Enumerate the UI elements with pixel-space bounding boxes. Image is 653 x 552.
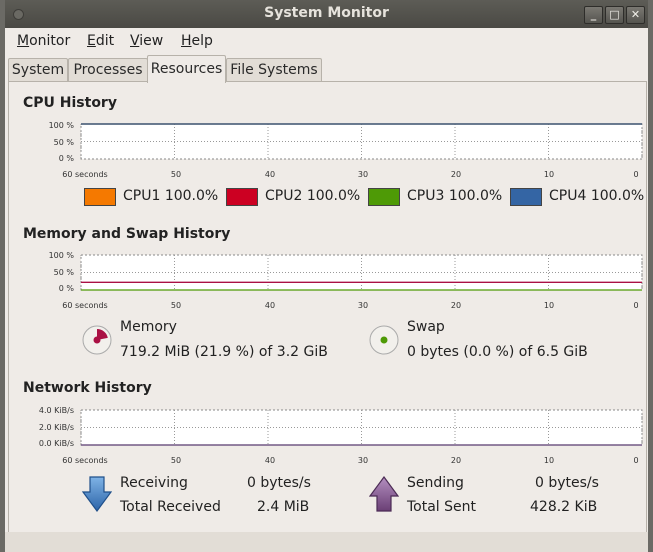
cpu2-value: 100.0% bbox=[306, 188, 361, 204]
tab-system[interactable]: System bbox=[8, 58, 68, 82]
mem-ytick-50: 50 % bbox=[53, 268, 74, 277]
tab-file-systems[interactable]: File Systems bbox=[226, 58, 322, 82]
menu-monitor[interactable]: Monitor bbox=[17, 33, 70, 49]
resources-panel: CPU History 100 % 50 % 0 % 60 seconds 50… bbox=[8, 81, 647, 533]
system-monitor-window: System Monitor _ □ ✕ Monitor Edit View H… bbox=[5, 0, 648, 552]
net-ytick-2: 2.0 KiB/s bbox=[38, 423, 74, 432]
menu-help-label: elp bbox=[191, 33, 213, 49]
menu-view-mnemonic: V bbox=[130, 33, 140, 49]
mem-xtick-20: 20 bbox=[450, 301, 462, 310]
maximize-button[interactable]: □ bbox=[605, 6, 624, 24]
cpu-history-heading: CPU History bbox=[23, 95, 117, 111]
swap-usage-pie[interactable] bbox=[368, 324, 400, 356]
mem-xtick-0: 0 bbox=[633, 301, 639, 310]
menu-edit[interactable]: Edit bbox=[87, 33, 114, 49]
tab-resources[interactable]: Resources bbox=[147, 55, 226, 83]
mem-xtick-40: 40 bbox=[264, 301, 276, 310]
cpu4-value: 100.0% bbox=[590, 188, 645, 204]
memory-usage-pie[interactable] bbox=[81, 324, 113, 356]
net-xtick-60: 60 seconds bbox=[62, 456, 108, 465]
close-button[interactable]: ✕ bbox=[626, 6, 645, 24]
net-xtick-20: 20 bbox=[450, 456, 462, 465]
cpu2-color-swatch[interactable] bbox=[226, 188, 258, 206]
cpu-ytick-0: 0 % bbox=[58, 154, 74, 163]
cpu4-name: CPU4 bbox=[549, 188, 587, 204]
mem-xtick-50: 50 bbox=[170, 301, 182, 310]
cpu3-color-swatch[interactable] bbox=[368, 188, 400, 206]
net-xtick-10: 10 bbox=[543, 456, 555, 465]
cpu3-name: CPU3 bbox=[407, 188, 445, 204]
net-xtick-40: 40 bbox=[264, 456, 276, 465]
receiving-rate: 0 bytes/s bbox=[247, 475, 311, 491]
minimize-button[interactable]: _ bbox=[584, 6, 603, 24]
menu-bar: Monitor Edit View Help bbox=[5, 28, 648, 54]
cpu2-name: CPU2 bbox=[265, 188, 303, 204]
receiving-label: Receiving bbox=[120, 475, 188, 491]
menu-edit-label: dit bbox=[95, 33, 115, 49]
mem-ytick-100: 100 % bbox=[48, 251, 74, 260]
cpu3-legend: CPU3 100.0% bbox=[407, 188, 502, 204]
window-title: System Monitor bbox=[264, 5, 389, 21]
swap-label: Swap bbox=[407, 319, 445, 335]
cpu-xtick-60: 60 seconds bbox=[62, 170, 108, 179]
cpu4-legend: CPU4 100.0% bbox=[549, 188, 644, 204]
memory-label: Memory bbox=[120, 319, 177, 335]
upload-arrow-icon[interactable] bbox=[369, 476, 399, 512]
menu-view-label: iew bbox=[139, 33, 164, 49]
memory-swap-history-graph bbox=[80, 254, 643, 291]
total-received-label: Total Received bbox=[120, 499, 221, 515]
menu-edit-mnemonic: E bbox=[87, 33, 96, 49]
mem-xtick-60: 60 seconds bbox=[62, 301, 108, 310]
menu-view[interactable]: View bbox=[130, 33, 163, 49]
net-ytick-0: 0.0 KiB/s bbox=[38, 439, 74, 448]
cpu1-color-swatch[interactable] bbox=[84, 188, 116, 206]
memory-usage-text: 719.2 MiB (21.9 %) of 3.2 GiB bbox=[120, 344, 328, 360]
tab-processes[interactable]: Processes bbox=[68, 58, 148, 82]
mem-ytick-0: 0 % bbox=[58, 284, 74, 293]
menu-help-mnemonic: H bbox=[181, 33, 192, 49]
cpu2-legend: CPU2 100.0% bbox=[265, 188, 360, 204]
cpu1-value: 100.0% bbox=[164, 188, 219, 204]
mem-xtick-30: 30 bbox=[357, 301, 369, 310]
sending-rate: 0 bytes/s bbox=[535, 475, 599, 491]
swap-usage-text: 0 bytes (0.0 %) of 6.5 GiB bbox=[407, 344, 588, 360]
cpu4-color-swatch[interactable] bbox=[510, 188, 542, 206]
menu-help[interactable]: Help bbox=[181, 33, 213, 49]
cpu-xtick-10: 10 bbox=[543, 170, 555, 179]
cpu-xtick-40: 40 bbox=[264, 170, 276, 179]
cpu-ytick-50: 50 % bbox=[53, 138, 74, 147]
cpu3-value: 100.0% bbox=[448, 188, 503, 204]
tab-bar: System Processes Resources File Systems bbox=[5, 55, 648, 83]
sending-label: Sending bbox=[407, 475, 464, 491]
download-arrow-icon[interactable] bbox=[82, 476, 112, 512]
mem-xtick-10: 10 bbox=[543, 301, 555, 310]
menu-monitor-mnemonic: M bbox=[17, 33, 30, 49]
memory-swap-history-heading: Memory and Swap History bbox=[23, 226, 231, 242]
title-bar[interactable]: System Monitor _ □ ✕ bbox=[5, 0, 648, 28]
net-xtick-0: 0 bbox=[633, 456, 639, 465]
cpu-ytick-100: 100 % bbox=[48, 121, 74, 130]
cpu1-legend: CPU1 100.0% bbox=[123, 188, 218, 204]
network-history-heading: Network History bbox=[23, 380, 152, 396]
net-xtick-30: 30 bbox=[357, 456, 369, 465]
total-received-value: 2.4 MiB bbox=[257, 499, 310, 515]
total-sent-value: 428.2 KiB bbox=[530, 499, 598, 515]
cpu-xtick-0: 0 bbox=[633, 170, 639, 179]
net-xtick-50: 50 bbox=[170, 456, 182, 465]
menu-monitor-label: onitor bbox=[29, 33, 71, 49]
cpu-xtick-20: 20 bbox=[450, 170, 462, 179]
swap-pie-center bbox=[380, 336, 388, 344]
status-bar bbox=[5, 532, 648, 552]
cpu-history-graph bbox=[80, 123, 643, 160]
memory-pie-center bbox=[93, 336, 101, 344]
cpu-xtick-30: 30 bbox=[357, 170, 369, 179]
total-sent-label: Total Sent bbox=[407, 499, 477, 515]
cpu1-name: CPU1 bbox=[123, 188, 161, 204]
cpu-xtick-50: 50 bbox=[170, 170, 182, 179]
net-ytick-4: 4.0 KiB/s bbox=[38, 406, 74, 415]
network-history-graph bbox=[80, 409, 643, 446]
